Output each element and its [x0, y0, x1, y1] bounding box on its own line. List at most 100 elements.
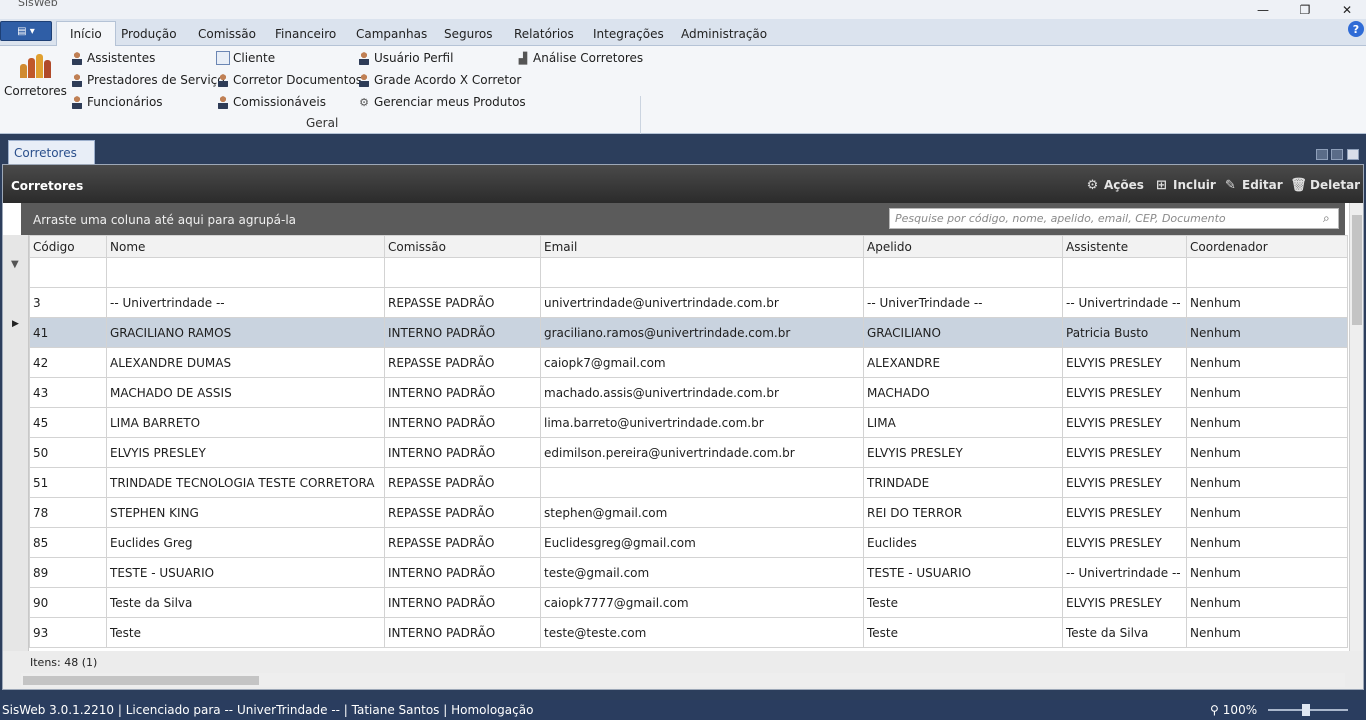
close-button[interactable]: ✕ [1330, 0, 1364, 19]
ribbon-assistentes[interactable]: Assistentes [70, 49, 155, 67]
table-cell[interactable]: Euclidesgreg@gmail.com [540, 527, 864, 558]
tab-producao[interactable]: Produção [108, 21, 190, 46]
ribbon-funcionarios[interactable]: Funcionários [70, 93, 163, 111]
table-cell[interactable]: 51 [29, 467, 107, 498]
table-cell[interactable]: GRACILIANO [863, 317, 1063, 348]
table-cell[interactable]: Teste [863, 617, 1063, 648]
table-cell[interactable]: INTERNO PADRÃO [384, 437, 541, 468]
incluir-button[interactable]: ⊞ Incluir [1154, 177, 1216, 193]
table-cell[interactable]: caiopk7777@gmail.com [540, 587, 864, 618]
filter-cell[interactable] [863, 257, 1063, 288]
table-cell[interactable]: LIMA BARRETO [106, 407, 385, 438]
horizontal-scrollbar[interactable] [21, 673, 1345, 687]
table-cell[interactable]: Nenhum [1186, 527, 1348, 558]
table-cell[interactable]: -- Univertrindade -- [106, 287, 385, 318]
table-cell[interactable]: 78 [29, 497, 107, 528]
table-cell[interactable]: GRACILIANO RAMOS [106, 317, 385, 348]
table-cell[interactable]: REPASSE PADRÃO [384, 347, 541, 378]
search-input[interactable]: Pesquise por código, nome, apelido, emai… [889, 208, 1339, 229]
table-cell[interactable]: Nenhum [1186, 557, 1348, 588]
table-cell[interactable]: ELVYIS PRESLEY [1062, 527, 1187, 558]
table-cell[interactable]: univertrindade@univertrindade.com.br [540, 287, 864, 318]
filter-cell[interactable] [1186, 257, 1348, 288]
table-cell[interactable]: STEPHEN KING [106, 497, 385, 528]
column-header-codigo[interactable]: Código [29, 235, 107, 258]
vertical-scrollbar[interactable] [1349, 203, 1363, 651]
table-cell[interactable]: -- Univertrindade -- [1062, 287, 1187, 318]
table-cell[interactable]: TESTE - USUARIO [863, 557, 1063, 588]
ribbon-gerenciar-produtos[interactable]: ⚙ Gerenciar meus Produtos [357, 93, 526, 111]
ribbon-usuario-perfil[interactable]: Usuário Perfil [357, 49, 453, 67]
tab-administracao[interactable]: Administração [668, 21, 780, 46]
column-header-nome[interactable]: Nome [106, 235, 385, 258]
column-header-email[interactable]: Email [540, 235, 864, 258]
tab-comissao[interactable]: Comissão [185, 21, 269, 46]
table-cell[interactable]: INTERNO PADRÃO [384, 377, 541, 408]
table-cell[interactable]: ELVYIS PRESLEY [863, 437, 1063, 468]
table-cell[interactable]: Nenhum [1186, 377, 1348, 408]
table-cell[interactable]: REPASSE PADRÃO [384, 497, 541, 528]
table-cell[interactable]: Patricia Busto [1062, 317, 1187, 348]
help-icon[interactable]: ? [1348, 21, 1364, 37]
table-row[interactable]: 42 ALEXANDRE DUMAS REPASSE PADRÃO caiopk7@g… [29, 347, 1348, 378]
tab-seguros[interactable]: Seguros [431, 21, 506, 46]
table-cell[interactable]: Nenhum [1186, 467, 1348, 498]
ribbon-grade-acordo[interactable]: Grade Acordo X Corretor [357, 71, 521, 89]
scroll-right-icon[interactable] [1331, 149, 1343, 160]
zoom-slider-thumb[interactable] [1302, 704, 1310, 716]
table-row[interactable]: 51 TRINDADE TECNOLOGIA TESTE CORRETORA REP… [29, 467, 1348, 498]
ribbon-analise-corretores[interactable]: ▟ Análise Corretores [516, 49, 643, 67]
column-header-comissao[interactable]: Comissão [384, 235, 541, 258]
filter-cell[interactable] [106, 257, 385, 288]
table-cell[interactable]: REPASSE PADRÃO [384, 527, 541, 558]
zoom-control[interactable]: ⚲ 100% [1210, 703, 1257, 717]
table-row[interactable]: 43 MACHADO DE ASSIS INTERNO PADRÃO machado.… [29, 377, 1348, 408]
deletar-button[interactable]: 🗑 Deletar [1290, 177, 1360, 193]
table-cell[interactable]: INTERNO PADRÃO [384, 407, 541, 438]
table-row[interactable]: 90 Teste da Silva INTERNO PADRÃO caiopk7777… [29, 587, 1348, 618]
table-cell[interactable]: 50 [29, 437, 107, 468]
column-header-assistente[interactable]: Assistente [1062, 235, 1187, 258]
table-cell[interactable]: teste@gmail.com [540, 557, 864, 588]
table-row[interactable]: 78 STEPHEN KING REPASSE PADRÃO stephen@gmai… [29, 497, 1348, 528]
table-cell[interactable]: 93 [29, 617, 107, 648]
document-tab-corretores[interactable]: Corretores [8, 140, 95, 164]
table-cell[interactable]: ELVYIS PRESLEY [1062, 587, 1187, 618]
table-cell[interactable]: graciliano.ramos@univertrindade.com.br [540, 317, 864, 348]
ribbon-corretor-documentos[interactable]: Corretor Documentos [216, 71, 362, 89]
table-cell[interactable]: lima.barreto@univertrindade.com.br [540, 407, 864, 438]
table-cell[interactable]: ELVYIS PRESLEY [1062, 437, 1187, 468]
filter-cell[interactable] [29, 257, 107, 288]
table-cell[interactable]: 41 [29, 317, 107, 348]
table-cell[interactable]: -- UniverTrindade -- [863, 287, 1063, 318]
table-cell[interactable]: Nenhum [1186, 407, 1348, 438]
restore-doc-icon[interactable] [1347, 149, 1359, 160]
ribbon-prestadores[interactable]: Prestadores de Serviço [70, 71, 225, 89]
column-header-coordenador[interactable]: Coordenador [1186, 235, 1348, 258]
table-cell[interactable]: Euclides [863, 527, 1063, 558]
table-cell[interactable]: 3 [29, 287, 107, 318]
corretores-ribbon-button[interactable]: Corretores [4, 52, 67, 104]
table-cell[interactable]: INTERNO PADRÃO [384, 557, 541, 588]
table-cell[interactable]: Nenhum [1186, 497, 1348, 528]
table-cell[interactable]: machado.assis@univertrindade.com.br [540, 377, 864, 408]
table-row[interactable]: 93 Teste INTERNO PADRÃO teste@teste.com Test… [29, 617, 1348, 648]
table-cell[interactable]: INTERNO PADRÃO [384, 587, 541, 618]
horizontal-scroll-thumb[interactable] [23, 676, 259, 685]
vertical-scroll-thumb[interactable] [1352, 215, 1362, 325]
table-cell[interactable]: MACHADO [863, 377, 1063, 408]
table-cell[interactable]: Nenhum [1186, 317, 1348, 348]
minimize-button[interactable]: — [1246, 0, 1280, 19]
table-cell[interactable]: Nenhum [1186, 617, 1348, 648]
scroll-left-icon[interactable] [1316, 149, 1328, 160]
table-cell[interactable]: ELVYIS PRESLEY [1062, 407, 1187, 438]
table-row[interactable]: 85 Euclides Greg REPASSE PADRÃO Euclidesgre… [29, 527, 1348, 558]
table-cell[interactable]: Teste [106, 617, 385, 648]
table-cell[interactable]: 45 [29, 407, 107, 438]
table-cell[interactable]: 43 [29, 377, 107, 408]
table-cell[interactable]: TESTE - USUARIO [106, 557, 385, 588]
table-cell[interactable]: Nenhum [1186, 587, 1348, 618]
app-menu-button[interactable]: ▤ ▾ [0, 21, 52, 41]
table-cell[interactable]: Nenhum [1186, 287, 1348, 318]
table-cell[interactable]: Euclides Greg [106, 527, 385, 558]
